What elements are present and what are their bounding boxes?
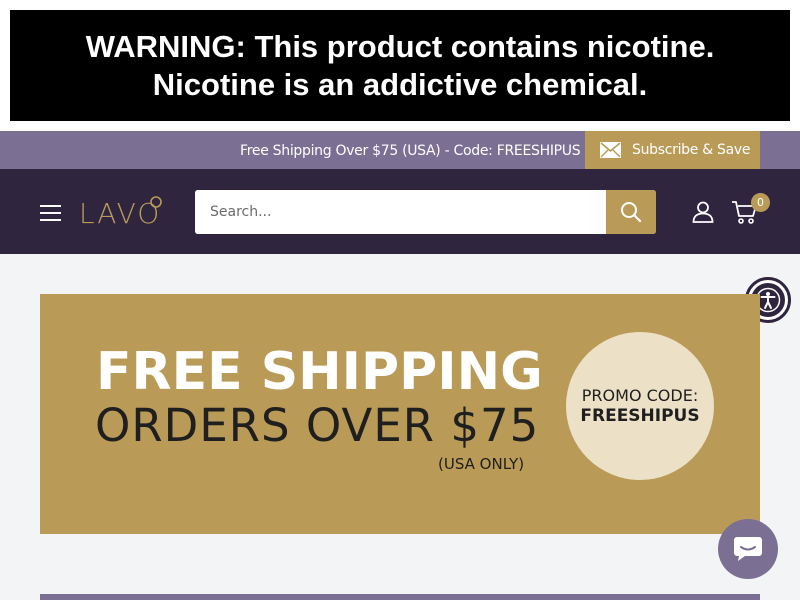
- subscribe-label: Subscribe & Save: [632, 142, 751, 158]
- account-icon[interactable]: [692, 201, 714, 223]
- promo-code-circle: PROMO CODE: FREESHIPUS: [566, 332, 714, 480]
- logo[interactable]: LAVO: [79, 193, 163, 230]
- banner-note: (USA ONLY): [438, 455, 525, 473]
- warning-line-2: Nicotine is an addictive chemical.: [152, 66, 648, 102]
- cart-count-badge: 0: [751, 193, 770, 212]
- banner-subheadline: ORDERS OVER $75: [95, 399, 540, 452]
- warning-inner: WARNING: This product contains nicotine.…: [18, 18, 782, 113]
- announcement-text: Free Shipping Over $75 (USA) - Code: FRE…: [240, 143, 581, 159]
- warning-line-1: WARNING: This product contains nicotine.: [85, 28, 715, 64]
- subscribe-button[interactable]: Subscribe & Save: [585, 131, 760, 169]
- nicotine-warning: WARNING: This product contains nicotine.…: [0, 0, 800, 131]
- search-icon: [621, 202, 642, 223]
- announcement-bar: Free Shipping Over $75 (USA) - Code: FRE…: [0, 131, 800, 169]
- banner-headline: FREE SHIPPING: [96, 342, 543, 402]
- search-button[interactable]: [606, 190, 656, 234]
- warning-box: WARNING: This product contains nicotine.…: [10, 10, 790, 121]
- search-input[interactable]: [195, 190, 606, 234]
- next-banner[interactable]: [40, 594, 760, 600]
- search-bar: [195, 190, 656, 234]
- promo-code-value: FREESHIPUS: [580, 406, 700, 426]
- chat-icon: [734, 537, 762, 561]
- chat-button[interactable]: [718, 519, 778, 579]
- free-shipping-banner[interactable]: FREE SHIPPING ORDERS OVER $75 (USA ONLY)…: [40, 294, 760, 534]
- svg-text:LAVO: LAVO: [79, 197, 161, 227]
- mail-icon: [600, 142, 621, 158]
- lavo-logo-icon: LAVO: [79, 196, 162, 230]
- promo-code-label: PROMO CODE:: [581, 386, 699, 405]
- site-header: LAVO 0: [0, 169, 800, 254]
- menu-icon[interactable]: [40, 205, 61, 221]
